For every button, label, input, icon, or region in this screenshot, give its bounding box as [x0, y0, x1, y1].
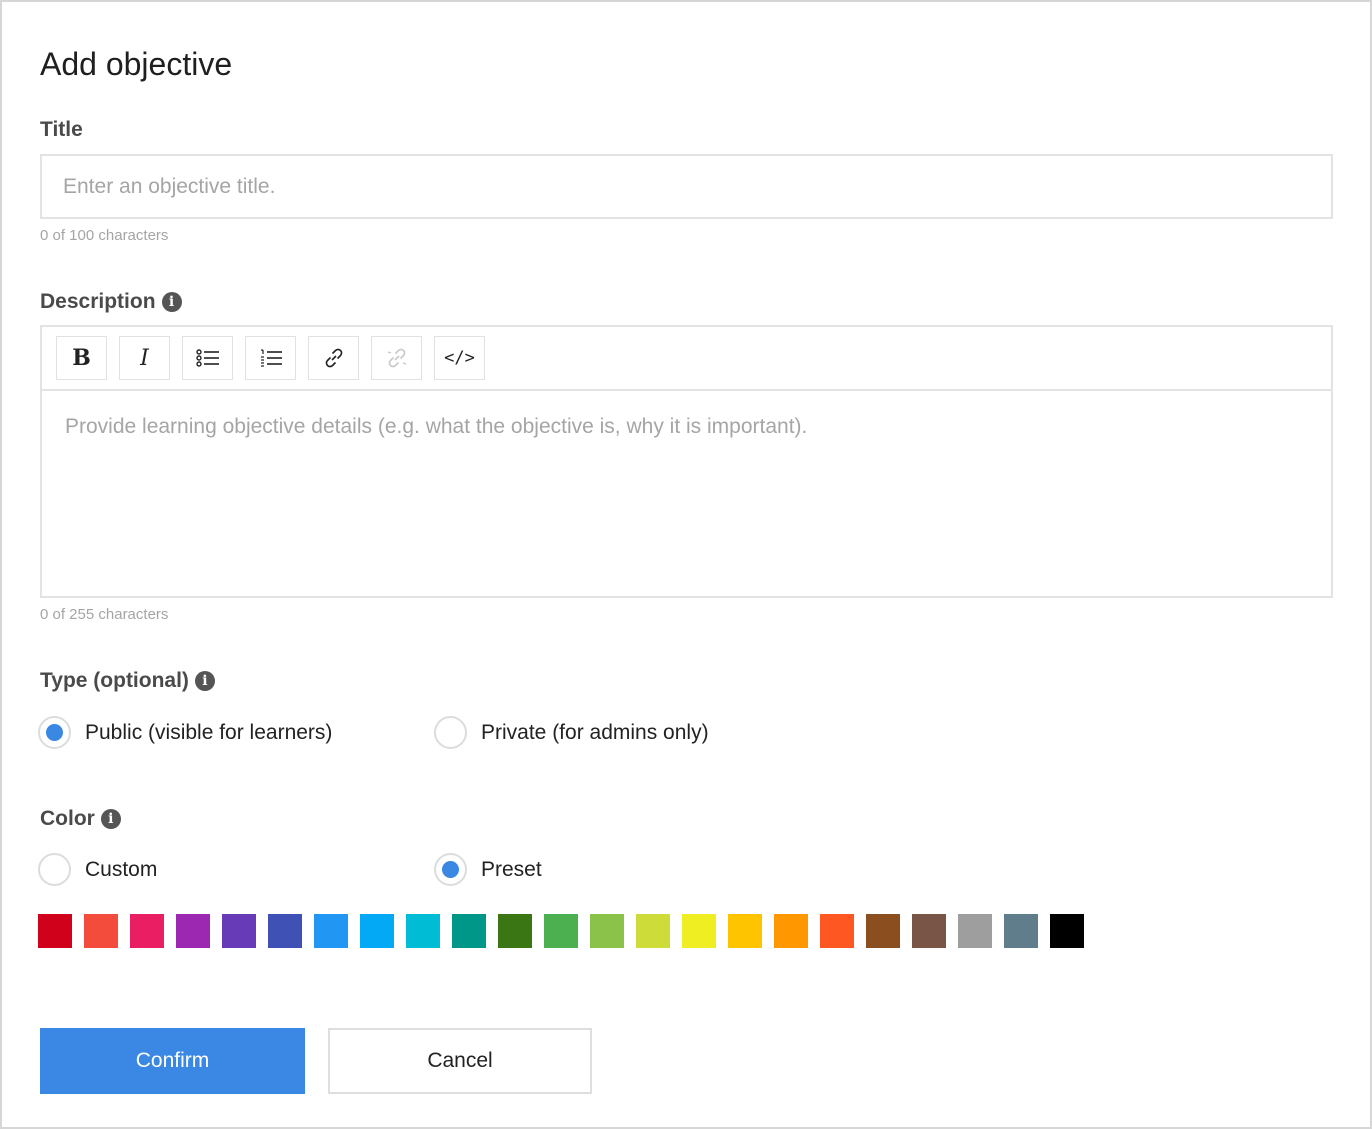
color-swatch[interactable]: [38, 914, 72, 948]
color-label-text: Color: [40, 807, 95, 830]
preset-radio[interactable]: [434, 853, 467, 886]
italic-button[interactable]: I: [119, 336, 170, 380]
color-swatch[interactable]: [682, 914, 716, 948]
unlink-icon: [387, 348, 406, 368]
color-swatch[interactable]: [130, 914, 164, 948]
unlink-button[interactable]: [371, 336, 422, 380]
editor-toolbar: B I </>: [42, 327, 1331, 391]
color-swatch[interactable]: [590, 914, 624, 948]
bold-button[interactable]: B: [56, 336, 107, 380]
custom-radio-label: Custom: [85, 857, 158, 881]
preset-radio-label: Preset: [481, 857, 542, 881]
title-char-counter: 0 of 100 characters: [40, 227, 169, 244]
public-radio-label: Public (visible for learners): [85, 720, 333, 744]
numbered-list-button[interactable]: [245, 336, 296, 380]
bulleted-list-icon: [195, 349, 219, 367]
color-swatch[interactable]: [774, 914, 808, 948]
bulleted-list-button[interactable]: [182, 336, 233, 380]
description-char-counter: 0 of 255 characters: [40, 606, 169, 623]
private-radio[interactable]: [434, 716, 467, 749]
description-text-area[interactable]: Provide learning objective details (e.g.…: [42, 391, 1331, 596]
description-label: Description i: [40, 290, 182, 314]
color-swatch[interactable]: [1050, 914, 1084, 948]
custom-radio[interactable]: [38, 853, 71, 886]
color-swatch[interactable]: [820, 914, 854, 948]
title-input[interactable]: [42, 156, 1331, 217]
type-label: Type (optional) i: [40, 669, 215, 693]
private-radio-label: Private (for admins only): [481, 720, 709, 744]
color-swatch[interactable]: [176, 914, 210, 948]
cancel-button[interactable]: Cancel: [328, 1028, 592, 1094]
color-info-icon[interactable]: i: [100, 809, 121, 829]
color-swatch[interactable]: [268, 914, 302, 948]
confirm-button[interactable]: Confirm: [40, 1028, 305, 1094]
color-swatch-list: [38, 914, 1084, 948]
title-label: Title: [40, 118, 83, 142]
color-swatch[interactable]: [958, 914, 992, 948]
add-objective-dialog: Add objective Title 0 of 100 characters …: [0, 0, 1372, 1129]
description-info-icon[interactable]: i: [161, 292, 182, 312]
type-info-icon[interactable]: i: [194, 671, 215, 691]
color-swatch[interactable]: [728, 914, 762, 948]
link-button[interactable]: [308, 336, 359, 380]
color-swatch[interactable]: [912, 914, 946, 948]
link-icon: [325, 348, 342, 368]
title-label-text: Title: [40, 118, 83, 141]
color-label: Color i: [40, 807, 121, 831]
type-option-private[interactable]: Private (for admins only): [434, 716, 709, 749]
color-swatch[interactable]: [498, 914, 532, 948]
type-label-text: Type (optional): [40, 669, 189, 692]
color-option-custom[interactable]: Custom: [38, 853, 157, 886]
color-swatch[interactable]: [636, 914, 670, 948]
color-swatch[interactable]: [544, 914, 578, 948]
color-swatch[interactable]: [406, 914, 440, 948]
code-button[interactable]: </>: [434, 336, 485, 380]
description-label-text: Description: [40, 290, 156, 313]
color-swatch[interactable]: [866, 914, 900, 948]
color-swatch[interactable]: [84, 914, 118, 948]
color-swatch[interactable]: [452, 914, 486, 948]
color-swatch[interactable]: [360, 914, 394, 948]
public-radio[interactable]: [38, 716, 71, 749]
type-option-public[interactable]: Public (visible for learners): [38, 716, 332, 749]
title-input-wrapper: [40, 154, 1333, 219]
description-editor: B I </> Provide learning objective detai…: [40, 325, 1333, 598]
dialog-title: Add objective: [40, 46, 233, 82]
color-swatch[interactable]: [1004, 914, 1038, 948]
color-swatch[interactable]: [222, 914, 256, 948]
numbered-list-icon: [260, 349, 282, 367]
color-swatch[interactable]: [314, 914, 348, 948]
color-option-preset[interactable]: Preset: [434, 853, 542, 886]
